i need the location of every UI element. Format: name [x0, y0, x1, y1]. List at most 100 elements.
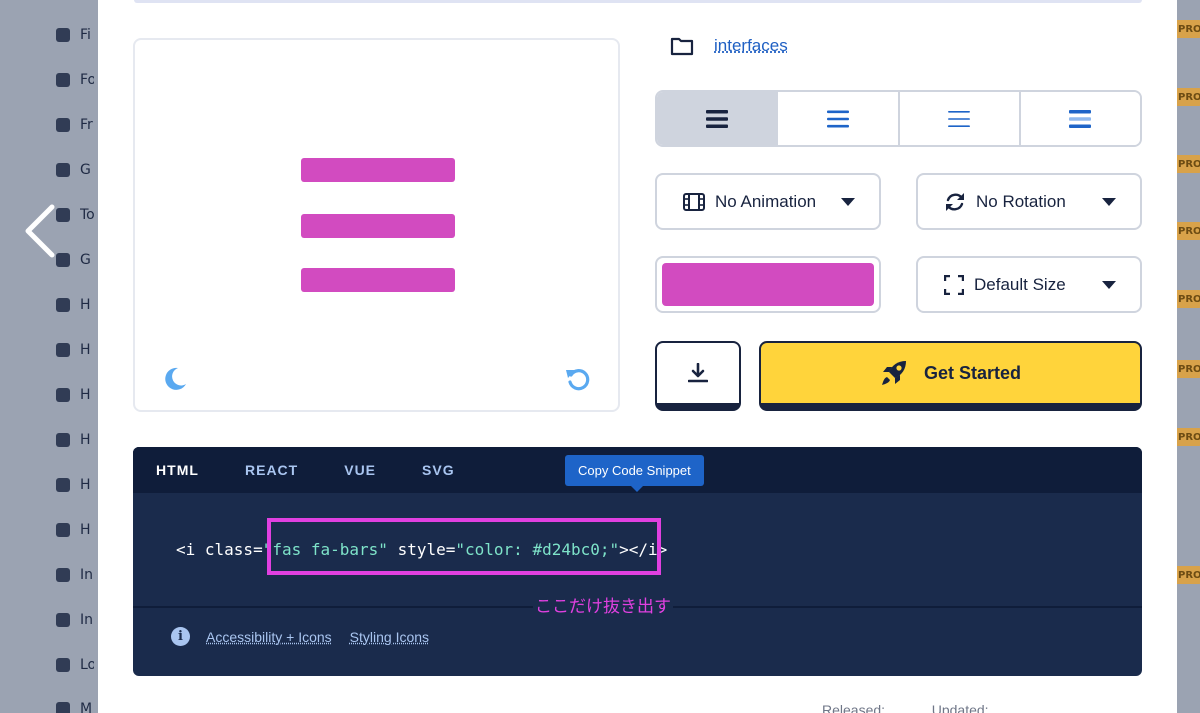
sidebar-item-label: In: [80, 612, 94, 628]
sidebar-item[interactable]: H: [56, 341, 98, 359]
color-swatch-fill: [662, 263, 874, 306]
tab-react[interactable]: REACT: [222, 447, 321, 493]
style-light-option[interactable]: [899, 92, 1021, 145]
apple-icon: [56, 118, 70, 132]
sidebar-item-label: Lo: [80, 657, 94, 673]
spa-icon: [56, 478, 70, 492]
sidebar-item[interactable]: G: [56, 251, 98, 269]
tab-vue[interactable]: VUE: [321, 447, 399, 493]
get-started-label: Get Started: [923, 362, 1022, 383]
tab-svg[interactable]: SVG: [399, 447, 478, 493]
animation-label: No Animation: [715, 191, 817, 211]
icon-detail-modal: interfaces No Animation No Rotation Defa…: [98, 0, 1177, 713]
sidebar-item-label: H: [80, 477, 91, 493]
bar-middle: [301, 214, 455, 238]
sidebar-item-label: G: [80, 252, 91, 268]
annotation-note: ここだけ抜き出す: [533, 592, 673, 617]
chess-icon: [56, 163, 70, 177]
building-icon: [56, 28, 70, 42]
bars-icon: [826, 110, 849, 127]
accessibility-link[interactable]: Accessibility + Icons: [206, 629, 332, 645]
style-solid-option[interactable]: [657, 92, 779, 145]
info-icon: i: [171, 627, 190, 646]
sidebar-item[interactable]: H: [56, 386, 98, 404]
sidebar-item-label: In: [80, 567, 94, 583]
style-regular-option[interactable]: [778, 92, 900, 145]
map-icon: [56, 702, 70, 713]
sidebar-item-label: H: [80, 522, 91, 538]
bar-top: [301, 158, 455, 182]
sidebar-item[interactable]: M: [56, 700, 98, 713]
updated-label: Updated:: [931, 702, 989, 713]
folder-icon: [670, 37, 694, 56]
sidebar-item[interactable]: H: [56, 476, 98, 494]
bars-icon: [301, 158, 455, 294]
burger-icon: [56, 73, 70, 87]
heart-pulse-icon: [56, 388, 70, 402]
sidebar-item[interactable]: In: [56, 566, 98, 584]
rocket-icon: [881, 361, 906, 385]
bed-icon: [56, 523, 70, 537]
copy-tooltip: Copy Code Snippet: [565, 455, 704, 492]
sidebar-item[interactable]: H: [56, 296, 98, 314]
images-icon: [56, 568, 70, 582]
hand-icon: [56, 343, 70, 357]
pro-badge: PRO: [1174, 88, 1200, 106]
film-icon: [683, 192, 705, 211]
code-snippet-panel: HTML REACT VUE SVG Copy Code Snippet <i cla…: [133, 447, 1142, 676]
released-label: Released:: [822, 702, 886, 713]
rotation-label: No Rotation: [976, 191, 1066, 211]
styling-icons-link[interactable]: Styling Icons: [350, 629, 429, 645]
tab-html[interactable]: HTML: [133, 447, 222, 493]
previous-chevron-icon[interactable]: [22, 203, 62, 259]
sidebar-item[interactable]: G: [56, 161, 98, 179]
sidebar-item-label: H: [80, 387, 91, 403]
get-started-button[interactable]: Get Started: [759, 341, 1142, 411]
sidebar-item[interactable]: Fr: [56, 116, 98, 134]
sidebar-item[interactable]: In: [56, 611, 98, 629]
color-picker[interactable]: [655, 256, 881, 313]
sidebar-item[interactable]: Lo: [56, 656, 98, 674]
sidebar-item-label: To: [80, 207, 94, 223]
bar-bottom: [301, 268, 455, 292]
highlight-annotation-box: [267, 518, 661, 575]
halloween-icon: [56, 298, 70, 312]
download-button[interactable]: [655, 341, 741, 411]
sidebar-item-label: Fr: [80, 117, 93, 133]
pro-badge: PRO: [1174, 155, 1200, 173]
caret-down-icon: [841, 197, 855, 206]
pro-badge: PRO: [1174, 20, 1200, 38]
bars-icon: [1069, 109, 1092, 128]
sidebar-item-label: Fi: [80, 27, 91, 43]
moon-icon[interactable]: [162, 366, 188, 392]
caret-down-icon: [1102, 280, 1116, 289]
pro-badge: PRO: [1174, 222, 1200, 240]
icon-preview-panel: [133, 38, 620, 412]
download-icon: [688, 363, 708, 383]
sidebar-item[interactable]: H: [56, 521, 98, 539]
size-label: Default Size: [974, 274, 1066, 294]
sidebar-item-label: H: [80, 342, 91, 358]
pro-badge: PRO: [1174, 566, 1200, 584]
sidebar-item-label: H: [80, 297, 91, 313]
rotation-dropdown[interactable]: No Rotation: [916, 173, 1142, 230]
rotate-left-icon[interactable]: [565, 366, 591, 392]
size-dropdown[interactable]: Default Size: [916, 256, 1142, 313]
pro-badge: PRO: [1174, 360, 1200, 378]
icon-style-selector: [655, 90, 1142, 147]
code-footer-links: i Accessibility + Icons Styling Icons: [171, 627, 429, 646]
sidebar-item-label: M: [80, 701, 93, 713]
pro-badge: PRO: [1174, 428, 1200, 446]
sidebar-item[interactable]: H: [56, 431, 98, 449]
sidebar-item[interactable]: Fo: [56, 71, 98, 89]
sidebar-item-label: Fo: [80, 72, 94, 88]
category-link[interactable]: interfaces: [714, 36, 788, 56]
style-duotone-option[interactable]: [1020, 92, 1140, 145]
sidebar-item[interactable]: To: [56, 206, 98, 224]
release-meta: Released: Updated:: [822, 702, 1142, 713]
animation-dropdown[interactable]: No Animation: [655, 173, 881, 230]
modal-top-strip: [134, 0, 1142, 3]
pro-badge: PRO: [1174, 290, 1200, 308]
sidebar-item[interactable]: Fi: [56, 26, 98, 44]
bars-icon: [705, 109, 728, 128]
